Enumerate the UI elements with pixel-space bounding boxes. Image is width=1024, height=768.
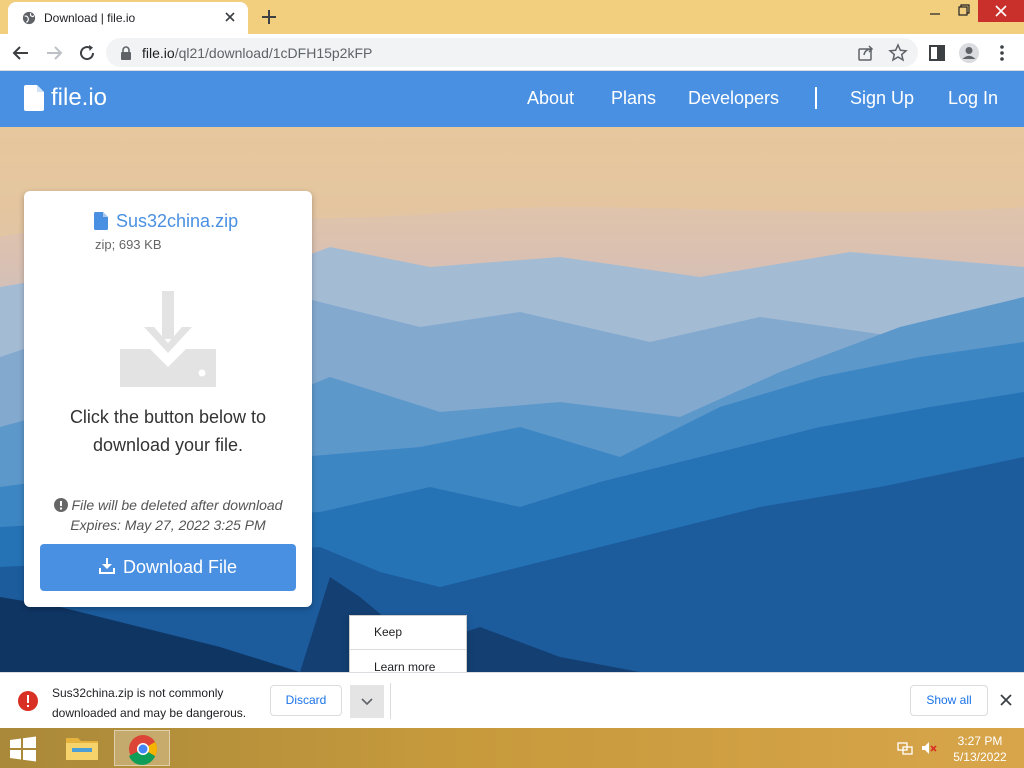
url-host: file.io [142, 45, 175, 61]
forward-icon[interactable] [42, 41, 66, 65]
menu-item-keep[interactable]: Keep [350, 616, 466, 648]
tab-title: Download | file.io [44, 11, 136, 25]
shelf-divider [390, 683, 391, 719]
discard-button[interactable]: Discard [270, 685, 342, 716]
expiry-text: Expires: May 27, 2022 3:25 PM [70, 517, 266, 533]
file-meta: zip; 693 KB [95, 237, 162, 252]
nav-about[interactable]: About [527, 88, 574, 109]
globe-icon [22, 11, 36, 25]
chevron-down-icon [361, 698, 373, 706]
side-panel-icon[interactable] [925, 41, 949, 65]
show-all-button[interactable]: Show all [910, 685, 988, 716]
taskbar-file-explorer[interactable] [54, 730, 110, 766]
site-header: file.io About Plans Developers Sign Up L… [0, 71, 1024, 127]
download-shelf: Sus32china.zip is not commonly downloade… [0, 672, 1024, 728]
url-path: /ql21/download/1cDFH15p2kFP [174, 45, 373, 61]
more-menu-icon[interactable] [990, 41, 1014, 65]
danger-icon [18, 691, 38, 711]
back-icon[interactable] [9, 41, 33, 65]
download-file-button[interactable]: Download File [40, 544, 296, 591]
download-prompt: Click the button below to download your … [24, 403, 312, 459]
nav-plans[interactable]: Plans [611, 88, 656, 109]
profile-avatar-icon[interactable] [957, 41, 981, 65]
file-explorer-icon [66, 738, 98, 760]
download-tray-icon [120, 291, 216, 387]
download-icon [98, 558, 115, 574]
tab-download-fileio[interactable]: Download | file.io [8, 2, 248, 34]
warning-line-2: downloaded and may be dangerous. [52, 706, 247, 720]
restore-window-icon[interactable] [948, 0, 978, 22]
url-text[interactable]: file.io/ql21/download/1cDFH15p2kFP [142, 45, 372, 61]
chrome-icon [129, 735, 157, 765]
menu-divider [350, 649, 466, 650]
deletion-warning-text: File will be deleted after download [71, 497, 283, 513]
file-logo-icon[interactable] [24, 85, 44, 111]
nav-developers[interactable]: Developers [688, 88, 779, 109]
prompt-line-2: download your file. [92, 435, 244, 455]
site-logo[interactable]: file.io [51, 84, 107, 112]
file-icon [94, 212, 108, 230]
close-window-icon[interactable] [978, 0, 1024, 22]
file-name[interactable]: Sus32china.zip [116, 211, 238, 232]
minimize-window-icon[interactable] [920, 0, 950, 22]
address-bar[interactable]: file.io/ql21/download/1cDFH15p2kFP [106, 38, 918, 67]
clock-time: 3:27 PM [957, 734, 1003, 748]
deletion-warning: File will be deleted after download [24, 497, 312, 513]
reload-icon[interactable] [75, 41, 99, 65]
close-shelf-icon[interactable] [998, 692, 1014, 708]
new-tab-icon[interactable] [258, 6, 280, 28]
warning-line-1: Sus32china.zip is not commonly [52, 686, 224, 700]
lock-icon[interactable] [120, 46, 132, 60]
browser-toolbar: file.io/ql21/download/1cDFH15p2kFP [0, 34, 1024, 71]
file-download-card: Sus32china.zip zip; 693 KB Click the but… [24, 191, 312, 607]
close-tab-icon[interactable] [222, 9, 238, 25]
download-warning-message: Sus32china.zip is not commonly downloade… [52, 683, 267, 723]
download-options-button[interactable] [350, 685, 384, 718]
browser-tab-strip: Download | file.io [0, 0, 1024, 34]
network-icon[interactable] [897, 740, 913, 756]
nav-log-in[interactable]: Log In [948, 88, 998, 109]
nav-divider [815, 87, 817, 109]
bookmark-star-icon[interactable] [888, 43, 908, 63]
speaker-muted-icon[interactable] [921, 740, 937, 756]
taskbar-chrome[interactable] [114, 730, 170, 766]
nav-sign-up[interactable]: Sign Up [850, 88, 914, 109]
share-icon[interactable] [856, 43, 876, 63]
clock-date: 5/13/2022 [953, 750, 1007, 764]
download-button-label: Download File [122, 557, 238, 577]
system-clock[interactable]: 3:27 PM 5/13/2022 [944, 733, 1016, 765]
windows-taskbar: 3:27 PM 5/13/2022 [0, 728, 1024, 768]
prompt-line-1: Click the button below to [69, 407, 267, 427]
windows-start-icon[interactable] [8, 736, 38, 762]
exclamation-circle-icon [53, 498, 68, 512]
